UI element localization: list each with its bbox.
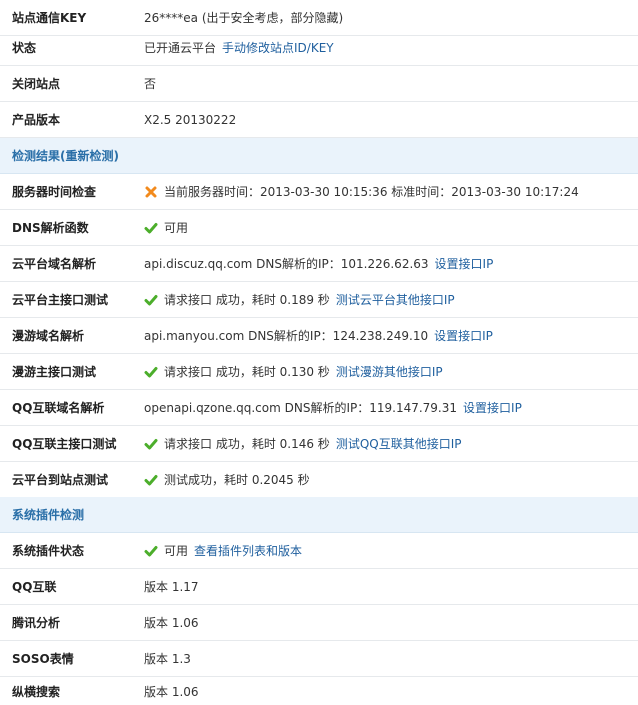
view-plugin-list-link[interactable]: 查看插件列表和版本 <box>194 542 302 559</box>
section-plugin-check: 系统插件检测 <box>0 497 638 533</box>
row-label: 漫游域名解析 <box>12 329 85 343</box>
row-value: 请求接口 成功，耗时 0.130 秒 <box>164 365 330 379</box>
row-dns-function: DNS解析函数 可用 <box>0 210 638 246</box>
test-qq-other-ip-link[interactable]: 测试QQ互联其他接口IP <box>336 435 462 452</box>
row-value: api.manyou.com DNS解析的IP：124.238.249.10 <box>144 329 429 343</box>
row-manyou-api-test: 漫游主接口测试 请求接口 成功，耗时 0.130 秒 测试漫游其他接口IP <box>0 354 638 390</box>
recheck-link[interactable]: (重新检测) <box>60 147 119 164</box>
row-server-time: 服务器时间检查 当前服务器时间：2013-03-30 10:15:36 标准时间… <box>0 174 638 210</box>
row-value: api.discuz.qq.com DNS解析的IP：101.226.62.63 <box>144 257 429 271</box>
row-label: QQ互联 <box>12 580 57 594</box>
row-label: 服务器时间检查 <box>12 185 97 199</box>
cloud-platform-diagnostics: 站点通信KEY 26****ea (出于安全考虑，部分隐藏) 状态 已开通云平台… <box>0 0 638 705</box>
row-plugin-tencent-analysis: 腾讯分析 版本 1.06 <box>0 605 638 641</box>
row-label: SOSO表情 <box>12 652 74 666</box>
check-icon <box>144 221 158 235</box>
row-qq-dns: QQ互联域名解析 openapi.qzone.qq.com DNS解析的IP：1… <box>0 390 638 426</box>
row-version: 产品版本 X2.5 20130222 <box>0 102 638 138</box>
row-label: 关闭站点 <box>12 77 61 91</box>
set-manyou-ip-link[interactable]: 设置接口IP <box>434 327 493 344</box>
section-detect-results: 检测结果 (重新检测) <box>0 138 638 174</box>
row-label: 漫游主接口测试 <box>12 365 97 379</box>
row-manyou-dns: 漫游域名解析 api.manyou.com DNS解析的IP：124.238.2… <box>0 318 638 354</box>
row-label: QQ互联主接口测试 <box>12 437 117 451</box>
test-cloud-other-ip-link[interactable]: 测试云平台其他接口IP <box>336 291 455 308</box>
row-plugin-status: 系统插件状态 可用 查看插件列表和版本 <box>0 533 638 569</box>
edit-site-key-link[interactable]: 手动修改站点ID/KEY <box>222 39 334 56</box>
test-manyou-other-ip-link[interactable]: 测试漫游其他接口IP <box>336 363 443 380</box>
row-value: 可用 <box>164 544 189 558</box>
row-label: 云平台域名解析 <box>12 257 97 271</box>
row-close-site: 关闭站点 否 <box>0 66 638 102</box>
row-value: 版本 1.17 <box>144 580 199 594</box>
set-qq-ip-link[interactable]: 设置接口IP <box>463 399 522 416</box>
row-label: 云平台主接口测试 <box>12 293 109 307</box>
section-title: 系统插件检测 <box>12 508 85 522</box>
row-plugin-qq: QQ互联 版本 1.17 <box>0 569 638 605</box>
check-icon <box>144 293 158 307</box>
check-icon <box>144 544 158 558</box>
row-cloud-api-test: 云平台主接口测试 请求接口 成功，耗时 0.189 秒 测试云平台其他接口IP <box>0 282 638 318</box>
section-title: 检测结果 <box>12 149 61 163</box>
row-value: 否 <box>144 77 157 91</box>
row-label: 站点通信KEY <box>12 11 87 25</box>
row-value: 版本 1.3 <box>144 652 191 666</box>
row-label: DNS解析函数 <box>12 221 89 235</box>
row-value: 26****ea (出于安全考虑，部分隐藏) <box>144 11 344 25</box>
row-label: 产品版本 <box>12 113 61 127</box>
row-value: openapi.qzone.qq.com DNS解析的IP：119.147.79… <box>144 401 458 415</box>
row-plugin-soso: SOSO表情 版本 1.3 <box>0 641 638 677</box>
row-label: 状态 <box>12 41 37 55</box>
row-label: 系统插件状态 <box>12 544 85 558</box>
cross-icon <box>144 185 158 199</box>
row-value: X2.5 20130222 <box>144 112 237 127</box>
row-qq-api-test: QQ互联主接口测试 请求接口 成功，耗时 0.146 秒 测试QQ互联其他接口I… <box>0 426 638 462</box>
check-icon <box>144 473 158 487</box>
row-value: 版本 1.06 <box>144 616 199 630</box>
row-value: 当前服务器时间：2013-03-30 10:15:36 标准时间：2013-03… <box>164 185 579 199</box>
row-cloud-dns: 云平台域名解析 api.discuz.qq.com DNS解析的IP：101.2… <box>0 246 638 282</box>
set-cloud-ip-link[interactable]: 设置接口IP <box>435 255 494 272</box>
row-value: 请求接口 成功，耗时 0.146 秒 <box>164 437 330 451</box>
row-value: 可用 <box>164 221 189 235</box>
row-status: 状态 已开通云平台 手动修改站点ID/KEY <box>0 30 638 66</box>
row-value: 版本 1.06 <box>144 684 199 699</box>
row-label: 云平台到站点测试 <box>12 473 109 487</box>
check-icon <box>144 365 158 379</box>
row-value: 已开通云平台 <box>144 41 217 55</box>
row-value: 测试成功，耗时 0.2045 秒 <box>164 473 310 487</box>
row-label: QQ互联域名解析 <box>12 401 105 415</box>
row-plugin-search: 纵横搜索 版本 1.06 <box>0 677 638 705</box>
row-label: 腾讯分析 <box>12 616 61 630</box>
row-label: 纵横搜索 <box>12 684 61 699</box>
check-icon <box>144 437 158 451</box>
row-value: 请求接口 成功，耗时 0.189 秒 <box>164 293 330 307</box>
row-cloud-to-site-test: 云平台到站点测试 测试成功，耗时 0.2045 秒 <box>0 462 638 498</box>
